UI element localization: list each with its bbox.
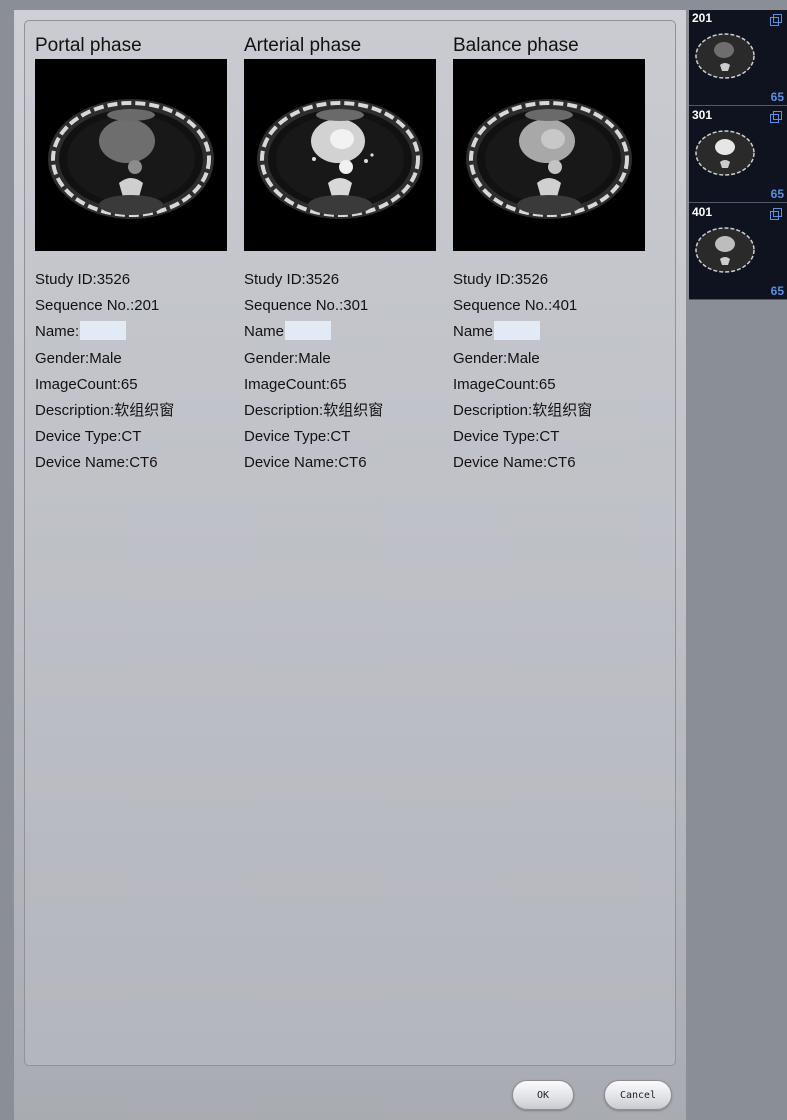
thumbnail-image-count: 65	[770, 187, 784, 201]
ct-image-preview[interactable]	[35, 59, 227, 251]
stack-icon	[770, 14, 782, 26]
patient-name-row: Name:	[35, 319, 174, 345]
series-comparison-panel: Portal phase Study ID:3526 Sequence No.:…	[24, 20, 676, 1066]
image-count: ImageCount:65	[35, 375, 138, 393]
series-info-list: Study ID:3526 Sequence No.:301 Name Gend…	[244, 267, 383, 477]
thumbnail-series-number: 301	[692, 108, 713, 122]
thumbnail-item[interactable]: 401 65	[689, 204, 787, 300]
series-selection-dialog: Portal phase Study ID:3526 Sequence No.:…	[14, 10, 686, 1120]
sequence-number: Sequence No.:301	[244, 297, 369, 315]
thumbnail-image	[693, 216, 757, 280]
redacted-name-box	[285, 321, 332, 341]
device-name: Device Name:CT6	[35, 454, 158, 472]
description: Description:软组织窗	[453, 402, 593, 420]
ct-image-preview[interactable]	[453, 59, 645, 251]
patient-name-label: Name:	[35, 323, 80, 341]
device-type: Device Type:CT	[35, 428, 142, 446]
description: Description:软组织窗	[244, 402, 384, 420]
gender: Gender:Male	[453, 349, 540, 367]
device-name: Device Name:CT6	[453, 454, 576, 472]
device-name: Device Name:CT6	[244, 454, 367, 472]
thumbnail-series-number: 201	[692, 11, 713, 25]
thumbnail-series-number: 401	[692, 205, 713, 219]
thumbnail-image	[693, 22, 757, 86]
study-id: Study ID:3526	[453, 271, 549, 288]
series-info-list: Study ID:3526 Sequence No.:401 Name Gend…	[453, 267, 592, 477]
sequence-number: Sequence No.:201	[35, 297, 160, 315]
series-title: Portal phase	[35, 35, 142, 56]
ct-scan-image	[244, 59, 436, 251]
thumbnail-image-count: 65	[770, 284, 784, 298]
gender: Gender:Male	[35, 349, 122, 367]
stack-icon	[770, 111, 782, 123]
redacted-name-box	[494, 321, 541, 341]
image-count: ImageCount:65	[453, 375, 556, 393]
description: Description:软组织窗	[35, 402, 175, 420]
ct-scan-image	[35, 59, 227, 251]
patient-name-label: Name	[453, 323, 494, 341]
sequence-number: Sequence No.:401	[453, 297, 578, 315]
series-info-list: Study ID:3526 Sequence No.:201 Name: Gen…	[35, 267, 174, 477]
patient-name-row: Name	[244, 319, 383, 345]
study-id: Study ID:3526	[35, 271, 131, 288]
series-title: Balance phase	[453, 35, 579, 56]
device-type: Device Type:CT	[244, 428, 351, 446]
device-type: Device Type:CT	[453, 428, 560, 446]
study-id: Study ID:3526	[244, 271, 340, 288]
redacted-name-box	[80, 321, 127, 341]
stack-icon	[770, 208, 782, 220]
patient-name-row: Name	[453, 319, 592, 345]
thumbnail-item[interactable]: 301 65	[689, 107, 787, 203]
image-count: ImageCount:65	[244, 375, 347, 393]
cancel-button[interactable]: Cancel	[604, 1080, 672, 1110]
ok-button[interactable]: OK	[512, 1080, 574, 1110]
ct-image-preview[interactable]	[244, 59, 436, 251]
ct-scan-image	[453, 59, 645, 251]
thumbnail-image	[693, 119, 757, 183]
thumbnail-item[interactable]: 201 65	[689, 10, 787, 106]
series-thumbnail-sidebar: 201 65 301 65 401 65	[689, 10, 787, 300]
series-title: Arterial phase	[244, 35, 362, 56]
patient-name-label: Name	[244, 323, 285, 341]
thumbnail-image-count: 65	[770, 90, 784, 104]
gender: Gender:Male	[244, 349, 331, 367]
